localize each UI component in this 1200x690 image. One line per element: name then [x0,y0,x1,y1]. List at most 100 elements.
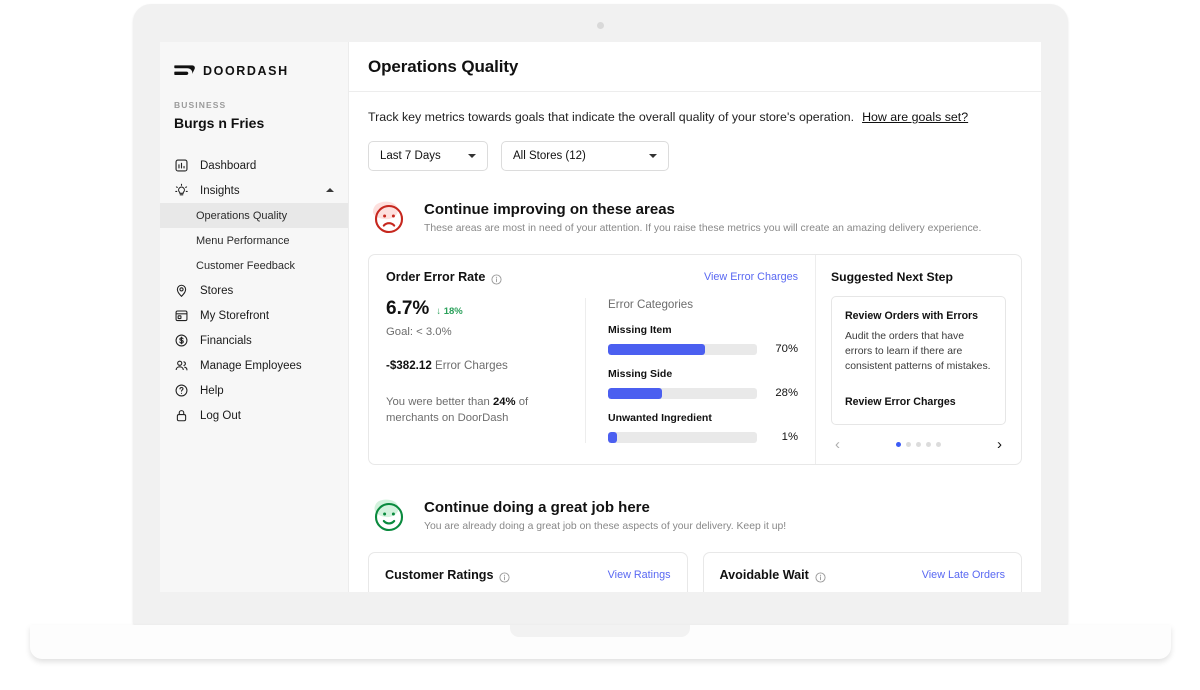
sidebar-subitem-label: Menu Performance [196,234,290,247]
sidebar-item-help[interactable]: Help [160,378,348,403]
avoidable-wait-card: Avoidable Wait View Late Orders [702,552,1022,592]
date-range-select[interactable]: Last 7 Days [368,141,488,171]
sidebar-subitem-menu-performance[interactable]: Menu Performance [160,228,348,253]
metric-value-row: 6.7% ↓ 18% [386,298,571,320]
lock-icon [174,408,189,423]
page-title: Operations Quality [368,56,519,76]
chevron-up-icon[interactable] [326,188,334,192]
category-value: 28% [775,387,798,399]
dollar-circle-icon [174,333,189,348]
card-title: Customer Ratings [385,568,494,583]
sidebar-item-financials[interactable]: Financials [160,328,348,353]
category-label: Missing Side [608,368,673,380]
suggested-title: Suggested Next Step [831,270,953,284]
brand-name: DOORDASH [203,64,289,78]
brand[interactable]: DOORDASH [160,58,348,78]
chevron-down-icon [468,154,476,158]
suggestion-heading: Review Orders with Errors [845,310,979,322]
carousel-controls: ‹ › [831,437,1006,452]
category-row: Unwanted Ingredient 1% [608,412,798,443]
suggestion-card: Review Orders with Errors Audit the orde… [831,296,1006,426]
bar-fill [608,387,662,399]
sidebar-subitem-operations-quality[interactable]: Operations Quality [160,203,348,228]
sidebar-item-label: Financials [200,334,252,347]
sidebar-item-my-storefront[interactable]: My Storefront [160,303,348,328]
category-value: 70% [775,343,798,355]
view-ratings-link[interactable]: View Ratings [608,569,671,581]
error-categories-title: Error Categories [608,298,694,311]
carousel-dot[interactable] [926,442,931,448]
category-bar-row: 70% [608,343,798,355]
sidebar-item-stores[interactable]: Stores [160,278,348,303]
intro-row: Track key metrics towards goals that ind… [368,110,1022,124]
sidebar-item-insights[interactable]: Insights [160,178,348,203]
error-categories-chart: Error Categories Missing Item 70% Missin… [586,298,798,443]
bottom-cards-row: Customer Ratings View Ratings Avoidable … [368,552,1022,592]
category-bar-row: 1% [608,431,798,443]
view-error-charges-link[interactable]: View Error Charges [704,271,798,283]
laptop-notch [510,625,690,637]
sidebar-item-label: Dashboard [200,159,257,172]
bar-track [608,387,757,399]
sidebar-item-dashboard[interactable]: Dashboard [160,153,348,178]
bar-chart-icon [174,158,189,173]
carousel-dot[interactable] [906,442,911,448]
category-label: Missing Item [608,324,672,336]
sidebar-subitem-label: Customer Feedback [196,259,296,272]
benchmark-text: You were better than 24% of merchants on… [386,394,571,427]
sidebar-item-log-out[interactable]: Log Out [160,403,348,428]
improve-banner-subtitle: These areas are most in need of your att… [424,223,982,234]
storefront-icon [174,308,189,323]
page-body: Track key metrics towards goals that ind… [349,92,1041,592]
sidebar-item-label: Manage Employees [200,359,302,372]
card-title-wrap: Order Error Rate [386,270,502,285]
carousel-dots [896,442,941,448]
goal-text: Goal: < 3.0% [386,326,452,338]
filter-bar: Last 7 Days All Stores (12) [368,141,1022,171]
card-title: Order Error Rate [386,270,486,284]
sidebar-item-label: Insights [200,184,240,197]
how-are-goals-set-link[interactable]: How are goals set? [862,110,968,124]
view-late-orders-link[interactable]: View Late Orders [922,569,1005,581]
happy-face-icon [368,496,410,538]
improve-banner-title: Continue improving on these areas [424,201,675,218]
people-icon [174,358,189,373]
business-block: BUSINESS Burgs n Fries [160,78,348,131]
error-charges-amount: -$382.12 [386,359,432,372]
sidebar-subitem-label: Operations Quality [196,209,288,222]
carousel-dot[interactable] [896,442,901,448]
sad-face-icon [368,198,410,240]
category-row: Missing Item 70% [608,324,798,355]
bar-fill [608,343,705,355]
card-title: Avoidable Wait [719,568,809,583]
doordash-logo-icon [174,64,196,78]
info-icon[interactable] [491,272,502,285]
screen: DOORDASH BUSINESS Burgs n Fries Dashboar… [160,42,1041,592]
benchmark-prefix: You were better than [386,396,493,408]
order-error-rate-card: Order Error Rate View Error Charges 6.7%… [368,254,1022,466]
chevron-right-icon[interactable]: › [997,437,1002,452]
review-error-charges-button[interactable]: Review Error Charges [845,396,992,408]
stores-select[interactable]: All Stores (12) [501,141,669,171]
info-icon[interactable] [815,570,826,583]
great-job-banner-subtitle: You are already doing a great job on the… [424,521,787,533]
info-icon[interactable] [499,570,511,583]
chevron-down-icon [649,154,657,158]
bar-track [608,343,757,355]
category-bar-row: 28% [608,387,798,399]
carousel-dot[interactable] [916,442,921,448]
question-circle-icon [174,383,189,398]
chevron-left-icon[interactable]: ‹ [835,437,840,452]
sidebar-item-label: Stores [200,284,234,297]
suggested-next-step-panel: Suggested Next Step Review Orders with E… [815,255,1021,465]
map-pin-icon [174,283,189,298]
card-columns: 6.7% ↓ 18% Goal: < 3.0% -$382.12 Error C… [386,298,798,443]
main-content: Operations Quality Track key metrics tow… [349,42,1041,592]
sidebar-subitem-customer-feedback[interactable]: Customer Feedback [160,253,348,278]
bar-fill [608,431,617,443]
customer-ratings-card: Customer Ratings View Ratings [368,552,688,592]
carousel-dot[interactable] [936,442,941,448]
date-range-value: Last 7 Days [380,150,441,162]
sidebar-item-manage-employees[interactable]: Manage Employees [160,353,348,378]
sidebar-item-label: My Storefront [200,309,270,322]
